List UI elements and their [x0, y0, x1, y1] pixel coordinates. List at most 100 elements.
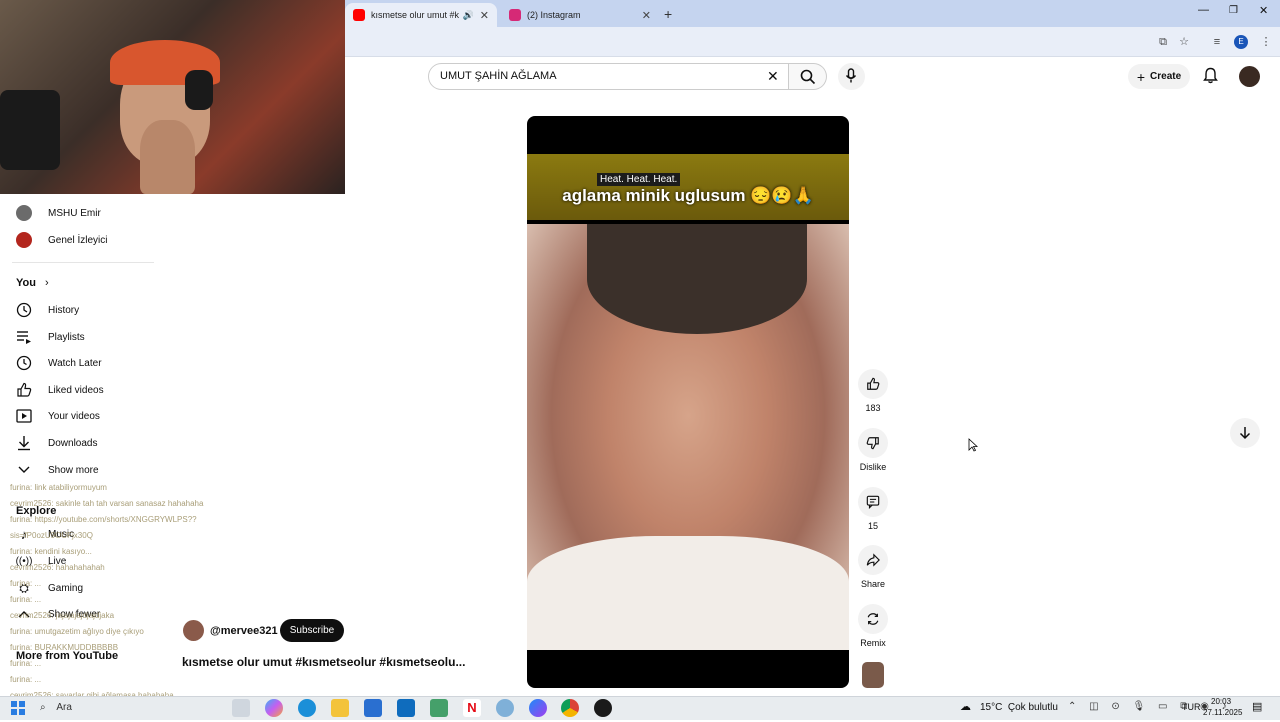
video-frame-hair	[587, 224, 807, 334]
chat-message: cevrim2526: sakinle tah tah varsan sanas…	[10, 499, 204, 508]
obs-icon[interactable]	[594, 699, 612, 717]
sidebar-item-playlists[interactable]: Playlists	[14, 326, 85, 348]
edge-icon[interactable]	[298, 699, 316, 717]
tab-youtube[interactable]: kısmetse olur umut #kısmet 🔊 ✕	[345, 3, 497, 27]
netflix-icon[interactable]: N	[463, 699, 481, 717]
task-view-icon[interactable]	[232, 699, 250, 717]
new-tab-button[interactable]: +	[664, 6, 672, 22]
remix-button[interactable]: Remix	[857, 604, 889, 648]
you-heading[interactable]: You ›	[16, 277, 49, 289]
sidebar-item-label: Liked videos	[48, 384, 104, 396]
file-explorer-icon[interactable]	[331, 699, 349, 717]
channel-handle[interactable]: @mervee321	[210, 625, 278, 637]
clock-date[interactable]: 27.11.2025	[1203, 708, 1242, 717]
speaker-icon: 🔊	[462, 9, 474, 20]
voice-search-button[interactable]	[838, 63, 865, 90]
taskbar-search-label: Ara	[56, 702, 72, 713]
sidebar-item-history[interactable]: History	[14, 299, 79, 321]
subscription-label: MSHU Emir	[48, 207, 101, 219]
comments-button[interactable]: 15	[857, 487, 889, 531]
plus-icon: +	[1136, 68, 1146, 85]
close-tab-icon[interactable]: ✕	[480, 9, 489, 22]
tab-instagram[interactable]: (2) Instagram ✕	[501, 3, 659, 27]
video-title[interactable]: kısmetse olur umut #kısmetseolur #kısmet…	[182, 655, 465, 669]
menu-icon[interactable]: ⋮	[1259, 35, 1273, 49]
cast-icon[interactable]: ⧉	[1156, 35, 1170, 49]
close-window-icon[interactable]: ✕	[1259, 4, 1268, 17]
weather-icon[interactable]: ☁	[960, 700, 971, 713]
notifications-bell-icon[interactable]	[1203, 67, 1218, 89]
chat-message: furina: https://youtube.com/shorts/XNGGR…	[10, 515, 197, 524]
channel-avatar[interactable]	[183, 620, 204, 641]
remix-label: Remix	[860, 638, 886, 648]
share-label: Share	[860, 579, 886, 589]
sidebar-item-downloads[interactable]: Downloads	[14, 432, 97, 454]
chat-message: sis=fP0ozU9OUFjx30Q	[10, 531, 93, 540]
clock-time[interactable]: 20:03	[1211, 697, 1231, 706]
shorts-video-player[interactable]: Heat. Heat. Heat. aglama minik uglusum 😔…	[527, 116, 849, 688]
media-icon[interactable]: ≡	[1210, 35, 1224, 49]
dislike-label: Dislike	[859, 462, 887, 472]
apps-icon[interactable]	[430, 699, 448, 717]
chat-message: furina: link atabiliyormuyum	[10, 483, 107, 492]
create-button[interactable]: + Create	[1128, 64, 1190, 89]
subscription-item[interactable]: Genel İzleyici	[14, 229, 107, 251]
video-caption-main: aglama minik uglusum 😔😢🙏	[562, 186, 814, 205]
subscription-label: Genel İzleyici	[48, 234, 108, 246]
video-icon	[14, 406, 34, 426]
chat-message: cevrim2526: hahahahahah	[10, 563, 105, 572]
clear-search-icon[interactable]: ✕	[767, 68, 779, 85]
copilot-icon[interactable]	[265, 699, 283, 717]
search-input[interactable]: UMUT ŞAHİN AĞLAMA	[428, 63, 789, 90]
video-frame-shirt	[527, 536, 849, 650]
sidebar-item-show-more[interactable]: Show more	[14, 459, 99, 481]
bookmark-star-icon[interactable]: ☆	[1177, 35, 1191, 49]
remix-icon	[858, 604, 888, 634]
share-button[interactable]: Share	[857, 545, 889, 589]
profile-icon[interactable]: E	[1234, 35, 1248, 49]
restore-icon[interactable]: ❐	[1229, 5, 1238, 16]
outlook-icon[interactable]	[397, 699, 415, 717]
settings-app-icon[interactable]	[496, 699, 514, 717]
account-avatar[interactable]	[1239, 66, 1260, 87]
subscription-item[interactable]: MSHU Emir	[14, 202, 101, 224]
like-count: 183	[865, 403, 881, 413]
search-button[interactable]	[789, 63, 827, 90]
subscribe-button[interactable]: Subscribe	[280, 619, 344, 642]
sidebar-item-label: Show more	[48, 464, 99, 476]
like-icon	[14, 380, 34, 400]
watch-later-icon	[14, 353, 34, 373]
messenger-icon[interactable]	[529, 699, 547, 717]
sidebar-item-your-videos[interactable]: Your videos	[14, 405, 100, 427]
dislike-button[interactable]: Dislike	[857, 428, 889, 472]
taskbar-search[interactable]: ⌕ Ara	[40, 700, 180, 716]
tab-title: kısmetse olur umut #kısmet	[371, 10, 459, 20]
close-tab-icon[interactable]: ✕	[642, 9, 651, 22]
chat-message: furina: ...	[10, 579, 42, 588]
sidebar-item-label: Playlists	[48, 331, 85, 343]
sidebar-item-watch-later[interactable]: Watch Later	[14, 352, 102, 374]
webcam-overlay	[0, 0, 345, 194]
windows-start-icon[interactable]	[9, 699, 27, 717]
chat-message: cevrim2526: jajajajajdjajdjaka	[10, 611, 115, 620]
sidebar-item-label: History	[48, 304, 80, 316]
sidebar-item-liked[interactable]: Liked videos	[14, 379, 104, 401]
weather-text[interactable]: 15°C Çok bulutlu	[980, 702, 1058, 713]
stream-chat-overlay: furina: link atabiliyormuyum cevrim2526:…	[10, 480, 250, 720]
next-video-button[interactable]	[1230, 418, 1260, 448]
like-button[interactable]: 183	[857, 369, 889, 413]
chrome-icon[interactable]	[561, 699, 579, 717]
notification-center-icon[interactable]: ▤	[1252, 700, 1262, 713]
chat-message: furina: ...	[10, 595, 42, 604]
share-icon	[858, 545, 888, 575]
microsoft-store-icon[interactable]	[364, 699, 382, 717]
comment-icon	[858, 487, 888, 517]
language-indicator[interactable]: TUR	[1182, 702, 1201, 712]
audio-thumbnail[interactable]	[862, 662, 884, 688]
sidebar-item-label: Your videos	[48, 410, 100, 422]
channel-avatar	[14, 230, 34, 250]
download-icon	[14, 433, 34, 453]
minimize-icon[interactable]: —	[1198, 4, 1209, 16]
you-heading-label: You	[16, 277, 36, 289]
mouse-cursor-icon	[968, 438, 979, 457]
